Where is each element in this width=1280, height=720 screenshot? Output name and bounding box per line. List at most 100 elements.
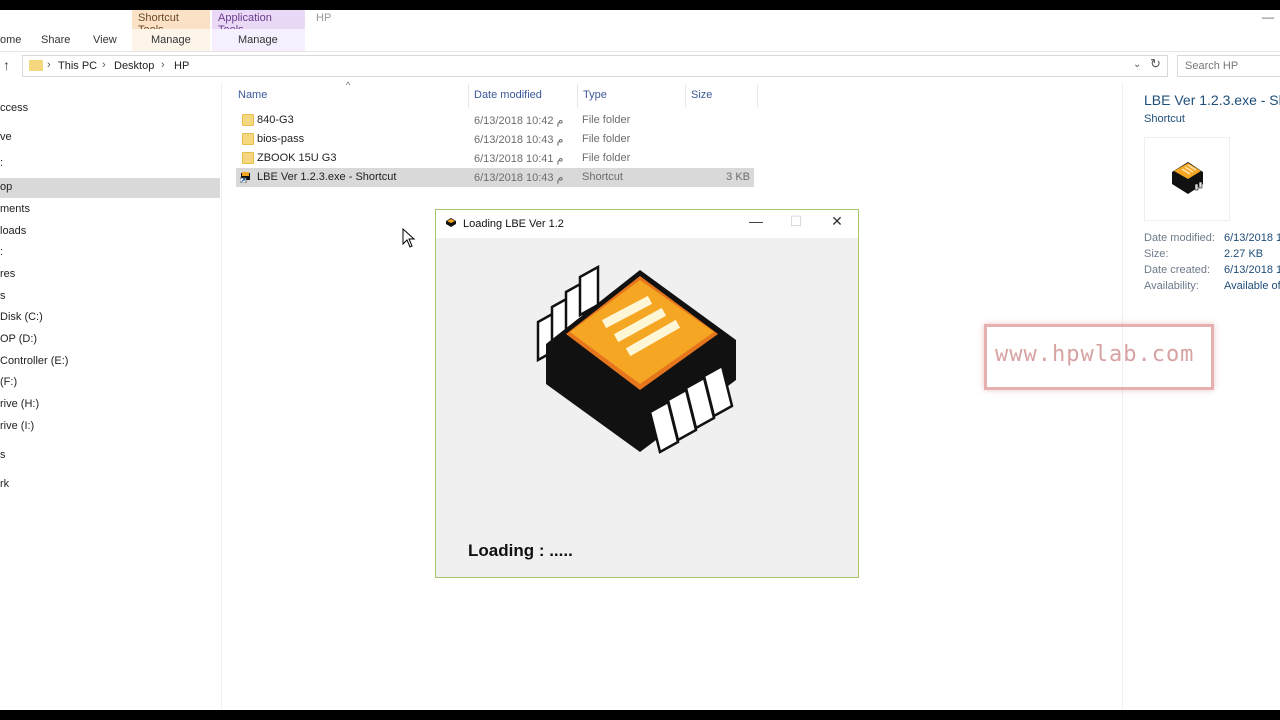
search-placeholder: Search HP (1185, 60, 1239, 72)
chevron-right-icon[interactable]: › (161, 59, 165, 71)
chip-icon (1172, 162, 1203, 194)
column-header-size[interactable]: Size (691, 89, 712, 101)
nav-item-libraries[interactable]: s (0, 446, 220, 466)
navigation-pane: ccess ve : op ments loads : res s Disk (… (0, 82, 220, 710)
watermark-text: www.hpwlab.com (995, 342, 1195, 367)
nav-item-desktop[interactable]: op (0, 178, 220, 198)
tab-view[interactable]: View (93, 34, 117, 46)
address-row: ↑ › This PC › Desktop › HP ⌄ ↻ Search HP (0, 55, 1280, 79)
up-arrow-icon[interactable]: ↑ (3, 57, 10, 73)
column-header-name[interactable]: Name (238, 89, 267, 101)
preview-detail-key: Availability: (1144, 280, 1199, 292)
breadcrumb-desktop[interactable]: Desktop (114, 60, 154, 72)
preview-detail-key: Size: (1144, 248, 1169, 260)
nav-item-this-pc[interactable]: : (0, 154, 220, 174)
file-type: File folder (582, 133, 631, 145)
nav-item-videos[interactable]: s (0, 287, 220, 307)
file-name: LBE Ver 1.2.3.exe - Shortcut (257, 171, 397, 183)
shortcut-icon (240, 172, 250, 183)
preview-detail-value: Available of (1224, 280, 1280, 292)
file-name: bios-pass (257, 133, 305, 145)
tab-home[interactable]: ome (0, 34, 21, 46)
nav-item-drive-d[interactable]: OP (D:) (0, 330, 220, 350)
chip-logo-icon (536, 264, 736, 454)
dialog-maximize-button[interactable]: ☐ (778, 213, 814, 235)
chevron-right-icon[interactable]: › (47, 59, 51, 71)
column-header-date[interactable]: Date modified (474, 89, 542, 101)
nav-item-documents[interactable]: ments (0, 200, 220, 220)
file-date: 6/13/2018 10:41 م (474, 153, 564, 165)
loading-dialog: Loading LBE Ver 1.2 — ☐ ✕ Loading: ....… (435, 209, 859, 578)
file-date: 6/13/2018 10:42 م (474, 115, 564, 127)
breadcrumb-hp[interactable]: HP (174, 60, 189, 72)
file-row[interactable]: LBE Ver 1.2.3.exe - Shortcut 6/13/2018 1… (236, 168, 754, 187)
file-type: File folder (582, 114, 631, 126)
nav-item-network[interactable]: rk (0, 475, 220, 495)
preview-detail-value: 2.27 KB (1224, 248, 1264, 260)
nav-item-onedrive[interactable]: ve (0, 128, 220, 148)
refresh-icon[interactable]: ↻ (1150, 56, 1161, 72)
nav-item-pictures[interactable]: res (0, 265, 220, 285)
tab-manage-application[interactable]: Manage (238, 34, 278, 46)
nav-item-downloads[interactable]: loads (0, 222, 220, 242)
folder-icon (242, 133, 254, 145)
search-input[interactable]: Search HP (1177, 55, 1280, 77)
nav-item-local-disk-c[interactable]: Disk (C:) (0, 308, 220, 328)
nav-divider (221, 82, 222, 710)
column-header-type[interactable]: Type (583, 89, 607, 101)
preview-detail-key: Date created: (1144, 264, 1211, 276)
file-name: 840-G3 (257, 114, 294, 126)
tab-share[interactable]: Share (41, 34, 70, 46)
dialog-titlebar[interactable]: Loading LBE Ver 1.2 — ☐ ✕ (436, 210, 858, 238)
chevron-right-icon[interactable]: › (102, 59, 106, 71)
folder-icon (242, 152, 254, 164)
chevron-down-icon[interactable]: ⌄ (1133, 59, 1141, 70)
preview-title: LBE Ver 1.2.3.exe - Sho (1144, 92, 1280, 108)
address-bar[interactable]: › This PC › Desktop › HP ⌄ (22, 55, 1168, 77)
folder-icon (242, 114, 254, 126)
preview-detail-key: Date modified: (1144, 232, 1215, 244)
file-date: 6/13/2018 10:43 م (474, 172, 564, 184)
file-name: ZBOOK 15U G3 (257, 152, 337, 164)
file-type: File folder (582, 152, 631, 164)
nav-item-music[interactable]: : (0, 243, 220, 263)
contextual-tab-shortcut-tools: Shortcut Tools (132, 10, 210, 36)
nav-item-drive-i[interactable]: rive (I:) (0, 417, 220, 437)
column-separator[interactable] (577, 84, 578, 108)
file-size: 3 KB (726, 171, 750, 183)
dialog-close-button[interactable]: ✕ (819, 213, 855, 235)
loading-status: Loading : ..... (468, 541, 573, 560)
watermark: www.hpwlab.com (984, 324, 1214, 390)
file-type: Shortcut (582, 171, 623, 183)
dialog-minimize-button[interactable]: — (738, 213, 774, 235)
preview-divider (1122, 82, 1123, 710)
preview-detail-value: 6/13/2018 1( (1224, 264, 1280, 276)
top-black-bar (0, 0, 1280, 10)
file-row[interactable]: 840-G3 6/13/2018 10:42 م File folder (236, 111, 754, 130)
folder-icon (29, 60, 43, 71)
nav-item-drive-f[interactable]: (F:) (0, 373, 220, 393)
column-separator[interactable] (468, 84, 469, 108)
preview-subtitle: Shortcut (1144, 113, 1185, 125)
tab-manage-shortcut[interactable]: Manage (151, 34, 191, 46)
contextual-tab-application-tools: Application Tools (212, 10, 305, 36)
breadcrumb-this-pc[interactable]: This PC (58, 60, 97, 72)
preview-detail-value: 6/13/2018 1( (1224, 232, 1280, 244)
dialog-title: Loading LBE Ver 1.2 (463, 218, 564, 230)
file-date: 6/13/2018 10:43 م (474, 134, 564, 146)
nav-item-drive-h[interactable]: rive (H:) (0, 395, 220, 415)
file-row[interactable]: ZBOOK 15U G3 6/13/2018 10:41 م File fold… (236, 149, 754, 168)
chip-icon (446, 218, 456, 227)
column-separator[interactable] (757, 84, 758, 108)
window-title: HP (316, 12, 332, 24)
nav-item-quick-access[interactable]: ccess (0, 99, 220, 119)
main-minimize-button[interactable]: — (1262, 10, 1274, 24)
file-row[interactable]: bios-pass 6/13/2018 10:43 م File folder (236, 130, 754, 149)
column-separator[interactable] (685, 84, 686, 108)
bottom-black-bar (0, 710, 1280, 720)
mouse-cursor-icon (402, 228, 416, 248)
preview-thumbnail (1144, 137, 1230, 221)
sort-ascending-icon: ^ (346, 80, 351, 90)
nav-item-drive-e[interactable]: Controller (E:) (0, 352, 220, 372)
ribbon-separator (0, 51, 1280, 52)
